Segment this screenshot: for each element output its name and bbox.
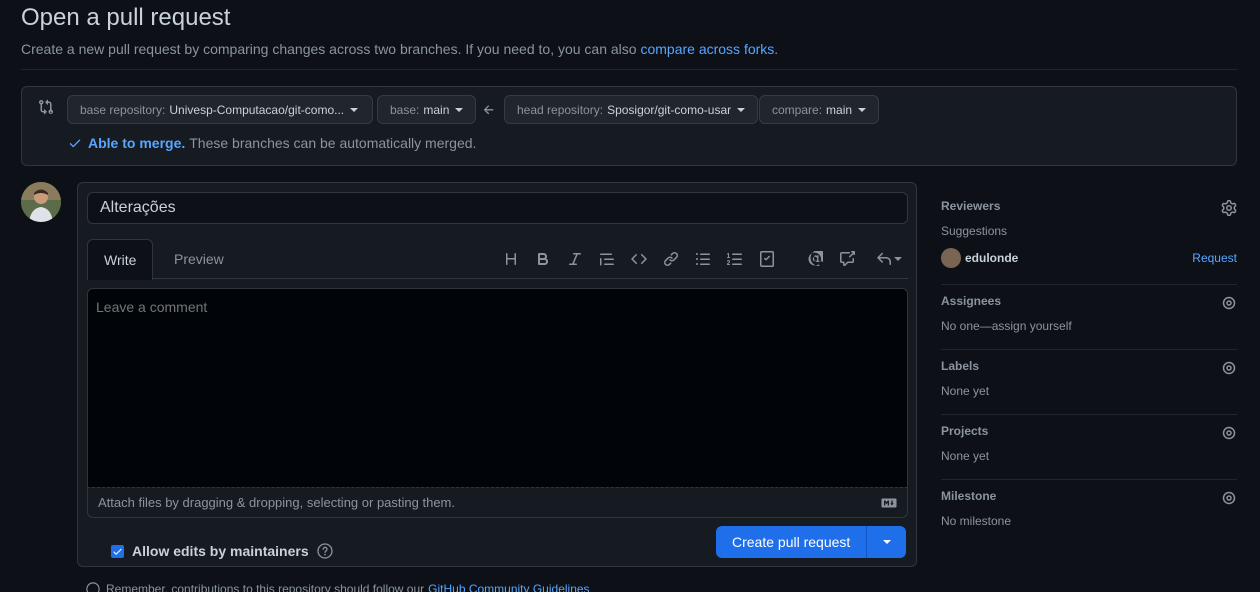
page-subtitle: Create a new pull request by comparing c… — [21, 41, 778, 57]
assignees-section: Assignees No one—assign yourself — [941, 285, 1237, 350]
tab-preview[interactable]: Preview — [158, 239, 240, 279]
task-list-icon[interactable] — [755, 247, 779, 271]
quote-icon[interactable] — [595, 247, 619, 271]
gear-icon[interactable] — [1221, 295, 1237, 311]
merge-status: Able to merge. These branches can be aut… — [68, 135, 476, 151]
editor-tabs: Write Preview — [87, 239, 908, 280]
reviewers-suggestions: Suggestions — [941, 224, 1008, 238]
allow-edits-checkbox[interactable] — [111, 544, 124, 558]
base-repo-label: base repository: — [80, 102, 166, 117]
request-review-link[interactable]: Request — [1192, 251, 1237, 265]
check-icon — [113, 548, 122, 555]
create-pull-request-button[interactable]: Create pull request — [716, 526, 907, 558]
contribution-note: Remember, contributions to this reposito… — [86, 582, 590, 592]
compare-range-box: base repository: Univesp-Computacao/git-… — [21, 86, 1237, 166]
chevron-down-icon — [350, 107, 359, 112]
avatar — [941, 248, 961, 268]
chevron-down-icon — [894, 257, 902, 261]
question-icon[interactable] — [316, 543, 333, 559]
pr-title-input[interactable] — [87, 192, 908, 224]
compare-branch-value: main — [826, 102, 853, 117]
italic-icon[interactable] — [563, 247, 587, 271]
compare-branch-select[interactable]: compare: main — [759, 95, 880, 124]
pr-sidebar: Reviewers Suggestions edulonde Request A… — [941, 190, 1237, 544]
gear-icon[interactable] — [1221, 360, 1237, 376]
gear-icon[interactable] — [1221, 200, 1237, 216]
chevron-down-icon — [455, 107, 464, 112]
reviewers-section: Reviewers Suggestions edulonde Request — [941, 190, 1237, 285]
check-icon — [69, 139, 81, 148]
labels-heading: Labels — [941, 359, 980, 373]
base-branch-select[interactable]: base: main — [377, 95, 477, 124]
milestone-heading: Milestone — [941, 489, 997, 503]
reviewer-suggestion-row: edulonde Request — [941, 248, 1237, 268]
chevron-down-icon — [737, 107, 746, 112]
heading-icon[interactable] — [499, 247, 523, 271]
milestone-value: No milestone — [941, 514, 1012, 528]
gear-icon[interactable] — [1221, 425, 1237, 441]
contribution-note-text: Remember, contributions to this reposito… — [106, 582, 425, 592]
attach-files-bar[interactable]: Attach files by dragging & dropping, sel… — [87, 487, 908, 518]
base-repo-value: Univesp-Computacao/git-como... — [169, 102, 345, 117]
reviewers-heading: Reviewers — [941, 199, 1001, 213]
unordered-list-icon[interactable] — [691, 247, 715, 271]
chevron-down-icon — [858, 107, 867, 112]
compare-forks-link[interactable]: compare across forks — [640, 41, 774, 57]
labels-value: None yet — [941, 384, 990, 398]
reply-icon[interactable] — [873, 247, 905, 271]
head-repo-label: head repository: — [517, 102, 604, 117]
assignees-heading: Assignees — [941, 294, 1002, 308]
base-branch-value: main — [423, 102, 450, 117]
ordered-list-icon[interactable] — [723, 247, 747, 271]
head-repository-select[interactable]: head repository: Sposigor/git-como-usar — [504, 95, 759, 124]
compare-branch-label: compare: — [772, 102, 823, 117]
projects-heading: Projects — [941, 424, 989, 438]
assignees-value[interactable]: No one—assign yourself — [941, 319, 1237, 333]
arrow-left-icon — [483, 105, 494, 115]
base-repository-select[interactable]: base repository: Univesp-Computacao/git-… — [67, 95, 373, 124]
markdown-icon[interactable] — [881, 498, 897, 508]
link-icon[interactable] — [659, 247, 683, 271]
page-title: Open a pull request — [21, 4, 231, 31]
tab-write[interactable]: Write — [87, 239, 154, 280]
create-options-dropdown[interactable] — [866, 526, 906, 558]
chevron-down-icon — [882, 540, 891, 544]
head-repo-value: Sposigor/git-como-usar — [607, 102, 732, 117]
attach-files-text: Attach files by dragging & dropping, sel… — [98, 495, 455, 510]
subtitle-end: . — [774, 41, 779, 57]
gear-icon[interactable] — [1221, 490, 1237, 506]
allow-edits-label: Allow edits by maintainers — [132, 543, 309, 559]
git-compare-icon — [39, 99, 54, 115]
comment-textarea[interactable] — [87, 288, 908, 488]
bold-icon[interactable] — [531, 247, 555, 271]
projects-section: Projects None yet — [941, 415, 1237, 480]
allow-edits-row: Allow edits by maintainers — [111, 543, 333, 559]
avatar[interactable] — [21, 182, 61, 222]
mention-icon[interactable] — [803, 247, 827, 271]
subtitle-text: Create a new pull request by comparing c… — [21, 41, 637, 57]
create-pull-request-label[interactable]: Create pull request — [716, 526, 866, 558]
cross-reference-icon[interactable] — [835, 247, 859, 271]
user-avatar-image — [21, 182, 61, 222]
projects-value: None yet — [941, 449, 990, 463]
code-icon[interactable] — [627, 247, 651, 271]
info-icon — [86, 582, 100, 592]
pull-request-form: Write Preview — [77, 182, 917, 567]
milestone-section: Milestone No milestone — [941, 480, 1237, 544]
community-guidelines-link[interactable]: GitHub Community Guidelines — [428, 582, 589, 592]
merge-ok-label: Able to merge. — [88, 135, 186, 151]
divider — [21, 69, 1237, 70]
labels-section: Labels None yet — [941, 350, 1237, 415]
base-branch-label: base: — [390, 102, 420, 117]
reviewer-name: edulonde — [965, 251, 1019, 265]
merge-ok-text: These branches can be automatically merg… — [189, 135, 477, 151]
